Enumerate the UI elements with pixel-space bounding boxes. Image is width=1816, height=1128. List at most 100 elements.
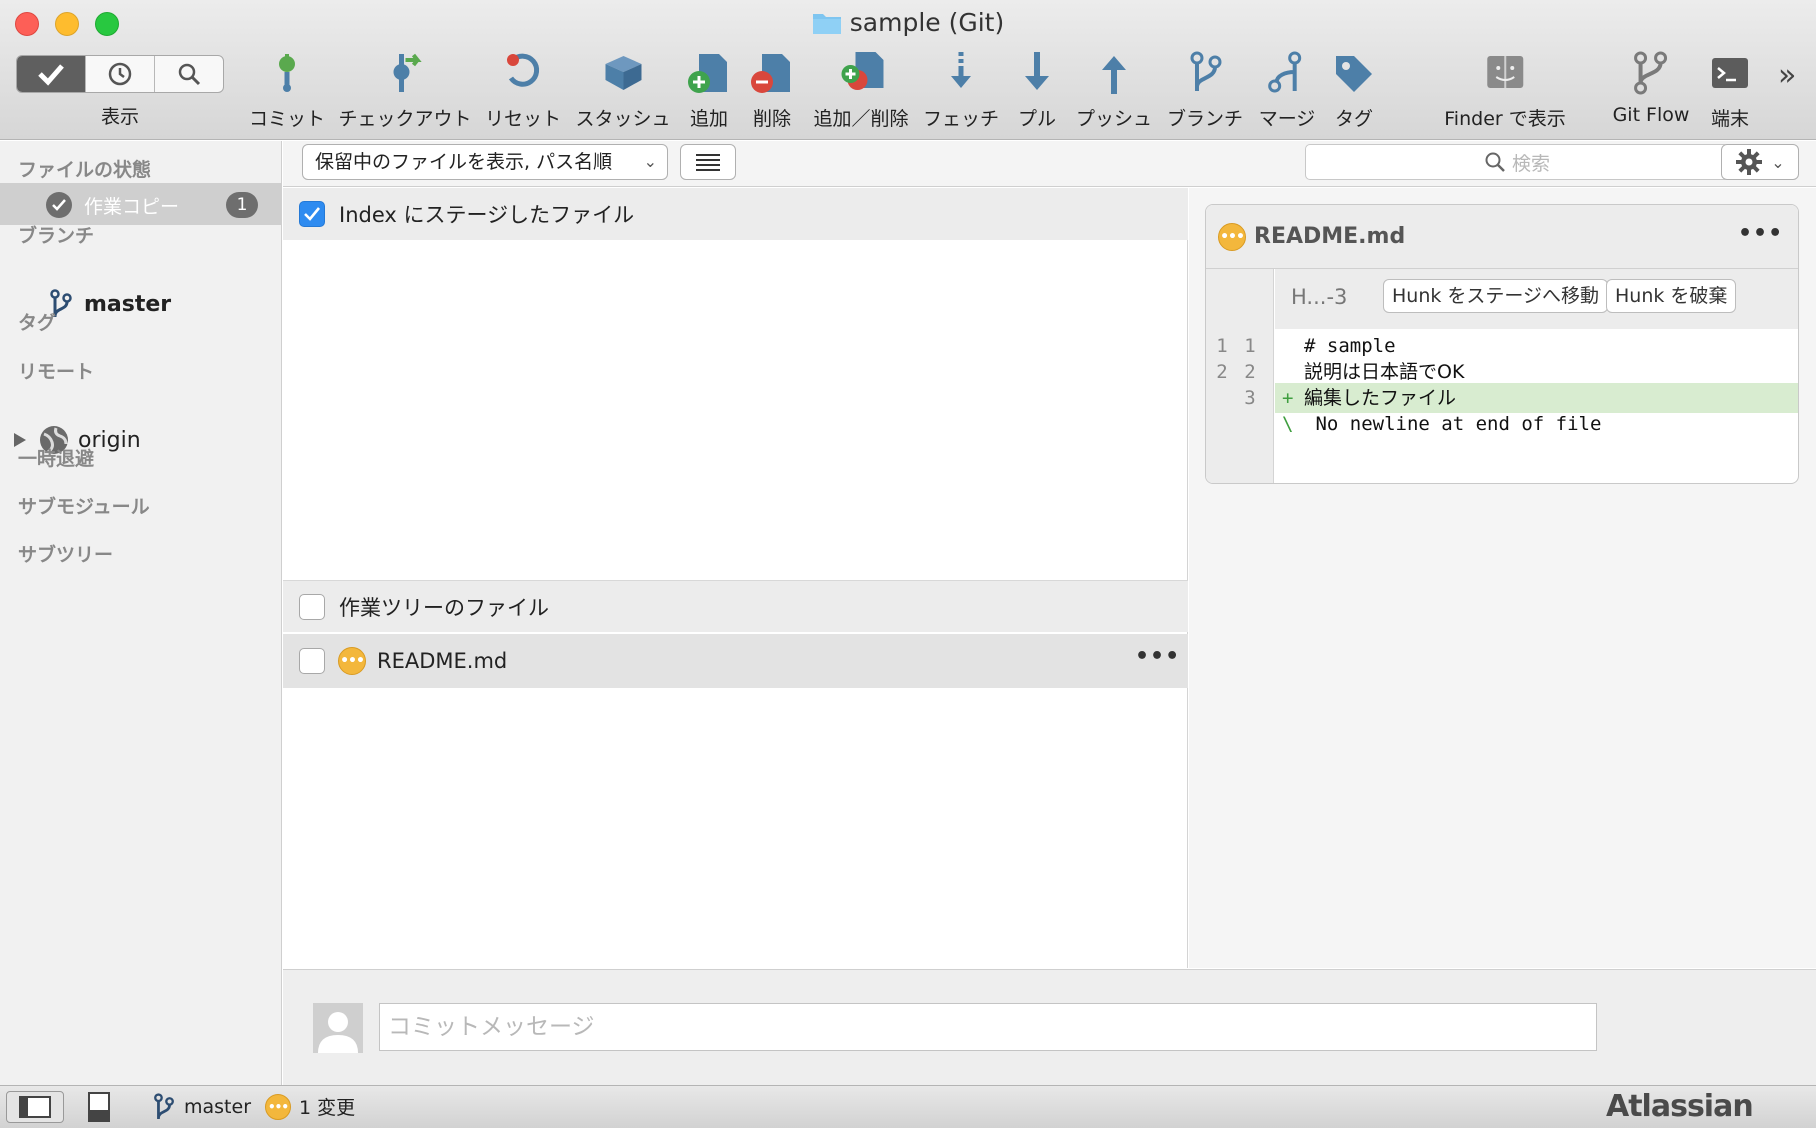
remove-icon <box>751 54 790 93</box>
checkmark-icon <box>46 192 72 218</box>
add-remove-button[interactable]: 追加／削除 <box>813 50 909 131</box>
git-flow-button[interactable]: Git Flow <box>1613 50 1689 126</box>
branch-icon <box>1190 51 1222 91</box>
clock-icon <box>108 62 132 86</box>
reset-button[interactable]: リセット <box>485 50 561 131</box>
diff-card: ••• README.md ••• H...-3 Hunk をステージへ移動 H… <box>1205 204 1799 484</box>
file-list: Index にステージしたファイル 作業ツリーのファイル ••• README.… <box>283 188 1188 968</box>
modified-status-icon: ••• <box>265 1093 291 1120</box>
status-bar: master ••• 1 変更 Atlassian <box>0 1085 1816 1128</box>
settings-dropdown-button[interactable]: ⌄ <box>1721 144 1799 180</box>
add-remove-icon <box>840 52 883 90</box>
tag-button[interactable]: タグ <box>1330 50 1378 131</box>
checkmark-icon <box>304 207 321 221</box>
history-view-button[interactable] <box>85 56 154 92</box>
file-stage-checkbox[interactable] <box>299 648 325 674</box>
chevron-down-icon: ⌄ <box>643 152 657 171</box>
show-in-finder-button[interactable]: Finder で表示 <box>1444 50 1566 131</box>
panel-icon <box>88 1092 110 1122</box>
commit-message-input[interactable]: コミットメッセージ <box>379 1003 1597 1051</box>
stage-all-checkbox[interactable] <box>299 201 325 227</box>
file-status-header[interactable]: ファイルの状態 <box>18 155 151 182</box>
view-label: 表示 <box>100 106 139 128</box>
chevron-down-icon: ⌄ <box>1771 152 1785 172</box>
window-title-text: sample (Git) <box>849 8 1005 37</box>
branch-button[interactable]: ブランチ <box>1167 50 1243 131</box>
hunk-header: H...-3 Hunk をステージへ移動 Hunk を破棄 <box>1275 269 1798 329</box>
branches-header[interactable]: ブランチ <box>18 221 94 248</box>
modified-status-icon: ••• <box>338 647 366 675</box>
fetch-button[interactable]: フェッチ <box>923 50 999 131</box>
sidebar: ファイルの状態 作業コピー 1 ブランチ master タグ リモート orig… <box>0 141 282 1085</box>
unstaged-files-label: 作業ツリーのファイル <box>339 595 549 620</box>
checkout-button[interactable]: チェックアウト <box>338 50 472 131</box>
merge-button[interactable]: マージ <box>1259 50 1315 131</box>
diff-line-note: \ No newline at end of file <box>1282 413 1602 435</box>
window-title: sample (Git) <box>0 8 1816 41</box>
tags-header[interactable]: タグ <box>18 308 56 335</box>
sidebar-toggle-button[interactable] <box>6 1091 64 1123</box>
modified-status-icon: ••• <box>1218 222 1246 251</box>
search-view-button[interactable] <box>154 56 223 92</box>
avatar <box>313 1003 363 1053</box>
subtrees-header[interactable]: サブツリー <box>18 540 113 567</box>
finder-icon <box>1487 56 1523 88</box>
fetch-icon <box>950 52 971 88</box>
add-button[interactable]: 追加 <box>685 50 733 131</box>
current-branch-indicator[interactable]: master <box>152 1093 251 1121</box>
hunk-range: H...-3 <box>1291 285 1348 309</box>
stage-hunk-button[interactable]: Hunk をステージへ移動 <box>1383 279 1609 313</box>
push-button[interactable]: プッシュ <box>1076 50 1152 131</box>
file-name: README.md <box>377 649 508 673</box>
filter-bar: 保留中のファイルを表示, パス名順 ⌄ 検索 ⌄ <box>283 141 1816 187</box>
status-branch-name: master <box>184 1096 252 1118</box>
file-row[interactable]: ••• README.md ••• <box>283 634 1188 688</box>
toolbar: sample (Git) 表示 コミット チェックアウト リセット スタッシュ … <box>0 0 1816 140</box>
pull-button[interactable]: プル <box>1013 50 1061 131</box>
toolbar-overflow-button[interactable]: » <box>1778 58 1796 93</box>
changes-indicator: ••• 1 変更 <box>265 1093 355 1120</box>
diff-header: ••• README.md ••• <box>1206 205 1798 269</box>
checkmark-icon <box>38 64 64 86</box>
sidebar-item-working-copy[interactable]: 作業コピー 1 <box>0 183 281 225</box>
folder-icon <box>812 11 842 41</box>
unstage-all-checkbox[interactable] <box>299 593 325 620</box>
push-icon <box>1101 56 1126 94</box>
list-view-toggle[interactable] <box>680 144 736 180</box>
unstaged-files-header: 作業ツリーのファイル <box>283 580 1188 632</box>
diff-pane: ••• README.md ••• H...-3 Hunk をステージへ移動 H… <box>1189 188 1816 968</box>
diff-actions-menu-button[interactable]: ••• <box>1738 221 1783 246</box>
git-flow-icon <box>1634 51 1668 95</box>
commit-area: コミットメッセージ <box>283 969 1816 1085</box>
bottom-panel-toggle-button[interactable] <box>88 1092 110 1126</box>
file-filter-value: 保留中のファイルを表示, パス名順 <box>315 151 613 173</box>
search-icon <box>178 63 201 86</box>
checkout-icon <box>392 53 422 92</box>
staged-files-header: Index にステージしたファイル <box>283 188 1188 240</box>
file-filter-dropdown[interactable]: 保留中のファイルを表示, パス名順 ⌄ <box>302 144 668 180</box>
search-input[interactable]: 検索 <box>1305 144 1729 180</box>
gear-icon <box>1736 149 1763 175</box>
list-icon <box>696 154 720 171</box>
stashes-header[interactable]: 一時退避 <box>18 444 94 471</box>
discard-hunk-button[interactable]: Hunk を破棄 <box>1606 279 1737 313</box>
submodules-header[interactable]: サブモジュール <box>18 492 150 519</box>
reset-icon <box>506 53 540 87</box>
file-actions-menu-button[interactable]: ••• <box>1135 644 1180 669</box>
remove-button[interactable]: 削除 <box>748 50 796 131</box>
sidebar-item-master[interactable]: master <box>48 289 171 319</box>
branch-icon <box>154 1093 174 1119</box>
merge-icon <box>1268 51 1302 93</box>
view-mode-switcher[interactable] <box>16 55 224 93</box>
atlassian-logo: Atlassian <box>1606 1089 1754 1124</box>
add-icon <box>688 54 727 93</box>
commit-button[interactable]: コミット <box>249 50 325 131</box>
staged-files-label: Index にステージしたファイル <box>339 203 635 227</box>
terminal-button[interactable]: 端末 <box>1706 50 1754 131</box>
window: sample (Git) 表示 コミット チェックアウト リセット スタッシュ … <box>0 0 1816 1128</box>
commit-icon <box>278 54 295 92</box>
stash-button[interactable]: スタッシュ <box>575 50 671 131</box>
stash-icon <box>604 56 641 90</box>
file-status-view-button[interactable] <box>17 56 85 92</box>
remotes-header[interactable]: リモート <box>18 357 94 384</box>
